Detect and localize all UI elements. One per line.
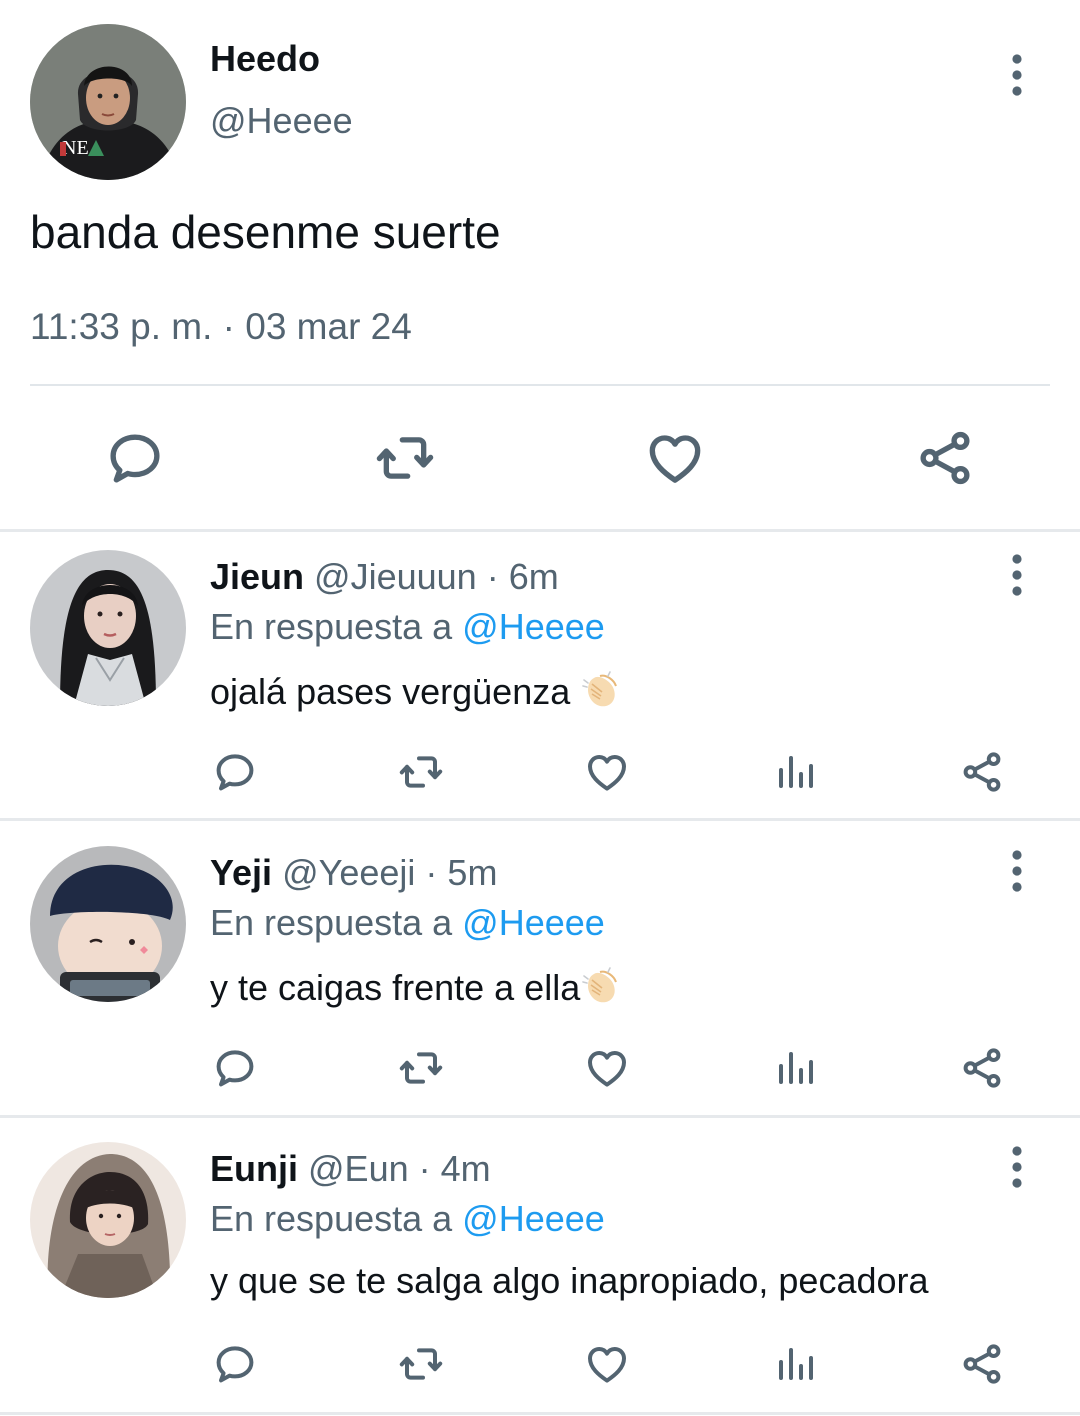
retweet-icon[interactable] (373, 426, 437, 490)
tweet-timestamp: 11:33 p. m. · 03 mar 24 (30, 306, 412, 347)
views-icon[interactable] (771, 748, 819, 796)
in-reply-prefix: En respuesta a (210, 902, 453, 943)
reply-text-content: y que se te salga algo inapropiado, peca… (210, 1260, 929, 1301)
reply-author-handle[interactable]: @Jieuuun (314, 556, 477, 597)
reply-icon[interactable] (103, 426, 167, 490)
reply-author-name[interactable]: Eunji (210, 1148, 298, 1189)
share-icon[interactable] (958, 1044, 1006, 1092)
reply-icon[interactable] (211, 1044, 259, 1092)
like-icon[interactable] (583, 748, 631, 796)
retweet-icon[interactable] (397, 748, 445, 796)
more-options-icon[interactable] (1000, 52, 1034, 102)
in-reply-to: En respuesta a @Heeee (210, 902, 605, 944)
reply-time[interactable]: 6m (509, 556, 559, 597)
reply-time[interactable]: 5m (447, 852, 497, 893)
reply-header: Jieun @Jieuuun · 6m (210, 556, 559, 598)
divider (0, 818, 1080, 821)
svg-text:NE: NE (62, 137, 89, 159)
jieun-avatar[interactable] (30, 550, 186, 706)
views-icon[interactable] (771, 1044, 819, 1092)
divider (0, 1412, 1080, 1415)
mention-link[interactable]: @Heeee (462, 606, 605, 647)
like-icon[interactable] (583, 1340, 631, 1388)
eunji-avatar[interactable] (30, 1142, 186, 1298)
reply-text-content: ojalá pases vergüenza (210, 671, 571, 712)
yeji-avatar[interactable] (30, 846, 186, 1002)
more-options-icon[interactable] (1000, 1144, 1034, 1194)
reply-author-name[interactable]: Jieun (210, 556, 304, 597)
retweet-icon[interactable] (397, 1340, 445, 1388)
reply-tweet[interactable]: Jieun @Jieuuun · 6m En respuesta a @Heee… (0, 532, 1080, 828)
reply-author-handle[interactable]: @Eun (308, 1148, 409, 1189)
reply-time[interactable]: 4m (441, 1148, 491, 1189)
like-icon[interactable] (643, 426, 707, 490)
reply-tweet[interactable]: Eunji @Eun · 4m En respuesta a @Heeee y … (0, 1124, 1080, 1416)
in-reply-prefix: En respuesta a (210, 1198, 453, 1239)
clapping-hands-emoji (580, 668, 624, 712)
mention-link[interactable]: @Heeee (462, 1198, 605, 1239)
author-handle[interactable]: @Heeee (210, 100, 353, 142)
reply-text: ojalá pases vergüenza (210, 668, 624, 713)
reply-icon[interactable] (211, 748, 259, 796)
retweet-icon[interactable] (397, 1044, 445, 1092)
reply-text-content: y te caigas frente a ella (210, 967, 581, 1008)
tweet-text: banda desenme suerte (30, 206, 501, 258)
share-icon[interactable] (958, 748, 1006, 796)
in-reply-to: En respuesta a @Heeee (210, 606, 605, 648)
author-name[interactable]: Heedo (210, 38, 320, 80)
reply-tweet[interactable]: Yeji @Yeeeji · 5m En respuesta a @Heeee … (0, 828, 1080, 1124)
reply-header: Eunji @Eun · 4m (210, 1148, 491, 1190)
reply-author-name[interactable]: Yeji (210, 852, 272, 893)
more-options-icon[interactable] (1000, 848, 1034, 898)
clapping-hands-emoji (580, 964, 624, 1008)
main-tweet: NE Heedo @Heeee banda desenme suerte 11:… (0, 0, 1080, 532)
in-reply-prefix: En respuesta a (210, 606, 453, 647)
more-options-icon[interactable] (1000, 552, 1034, 602)
mention-link[interactable]: @Heeee (462, 902, 605, 943)
divider (30, 384, 1050, 386)
in-reply-to: En respuesta a @Heeee (210, 1198, 605, 1240)
reply-author-handle[interactable]: @Yeeeji (282, 852, 415, 893)
separator-dot: · (486, 556, 499, 597)
like-icon[interactable] (583, 1044, 631, 1092)
share-icon[interactable] (913, 426, 977, 490)
reply-text: y que se te salga algo inapropiado, peca… (210, 1260, 929, 1302)
reply-header: Yeji @Yeeeji · 5m (210, 852, 497, 894)
share-icon[interactable] (958, 1340, 1006, 1388)
divider (0, 1115, 1080, 1118)
heedo-avatar[interactable]: NE (30, 24, 186, 180)
separator-dot: · (418, 1148, 431, 1189)
separator-dot: · (425, 852, 438, 893)
reply-text: y te caigas frente a ella (210, 964, 624, 1009)
reply-icon[interactable] (211, 1340, 259, 1388)
views-icon[interactable] (771, 1340, 819, 1388)
